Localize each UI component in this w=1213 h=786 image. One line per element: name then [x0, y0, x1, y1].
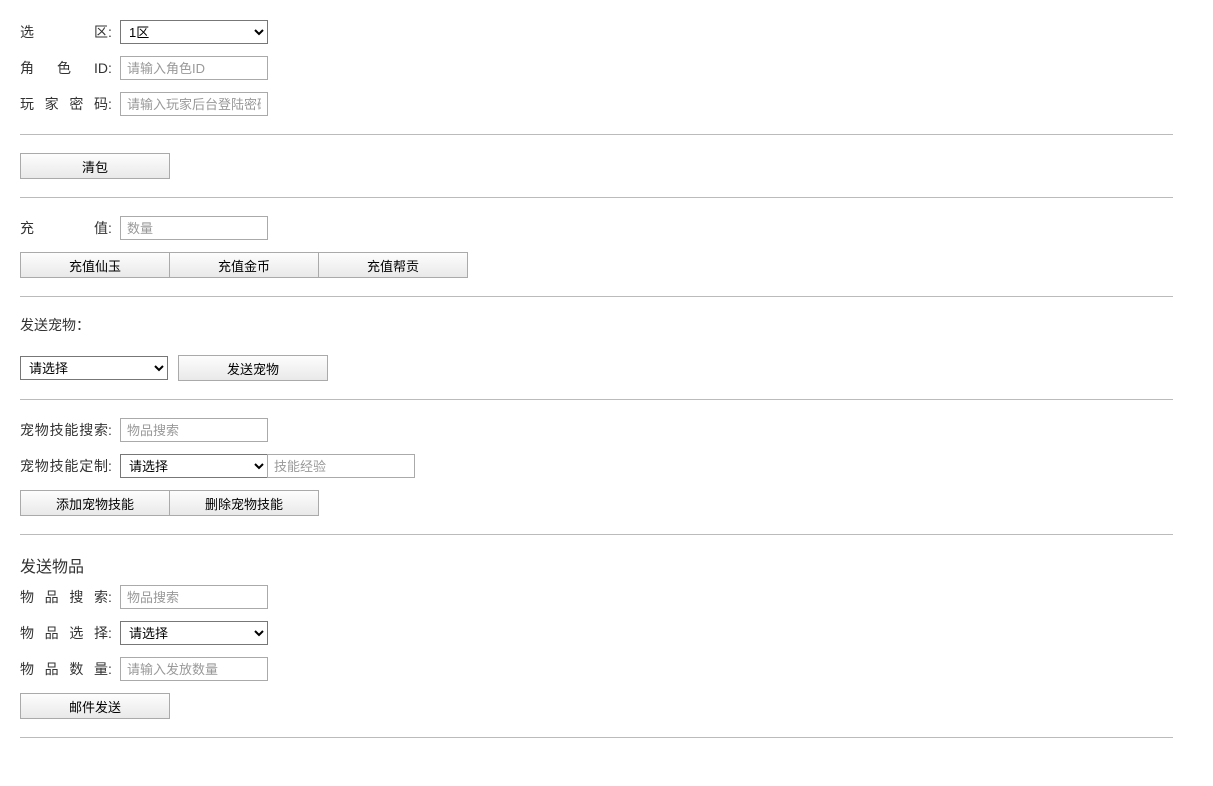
item-qty-label: 物品数量: — [20, 659, 120, 679]
pet-skill-search-label: 宠物技能搜索: — [20, 420, 120, 440]
pet-skill-exp-input[interactable] — [267, 454, 415, 478]
send-item-title: 发送物品 — [20, 553, 1173, 577]
divider — [20, 399, 1173, 400]
recharge-label: 充值: — [20, 218, 120, 238]
recharge-amount-input[interactable] — [120, 216, 268, 240]
role-id-label: 角色ID: — [20, 58, 120, 78]
divider — [20, 534, 1173, 535]
recharge-banggong-button[interactable]: 充值帮贡 — [318, 252, 468, 278]
item-qty-input[interactable] — [120, 657, 268, 681]
item-select[interactable]: 请选择 — [120, 621, 268, 645]
clear-bag-button[interactable]: 清包 — [20, 153, 170, 179]
pet-skill-custom-label: 宠物技能定制: — [20, 456, 120, 476]
pet-skill-custom-select[interactable]: 请选择 — [120, 454, 268, 478]
pet-select[interactable]: 请选择 — [20, 356, 168, 380]
item-search-label: 物品搜索: — [20, 587, 120, 607]
pet-skill-search-input[interactable] — [120, 418, 268, 442]
divider — [20, 737, 1173, 738]
zone-select[interactable]: 1区 — [120, 20, 268, 44]
divider — [20, 296, 1173, 297]
recharge-gold-button[interactable]: 充值金币 — [169, 252, 319, 278]
divider — [20, 134, 1173, 135]
password-input[interactable] — [120, 92, 268, 116]
send-pet-button[interactable]: 发送宠物 — [178, 355, 328, 381]
divider — [20, 197, 1173, 198]
add-pet-skill-button[interactable]: 添加宠物技能 — [20, 490, 170, 516]
mail-send-button[interactable]: 邮件发送 — [20, 693, 170, 719]
role-id-input[interactable] — [120, 56, 268, 80]
remove-pet-skill-button[interactable]: 删除宠物技能 — [169, 490, 319, 516]
password-label: 玩家密码: — [20, 94, 120, 114]
item-search-input[interactable] — [120, 585, 268, 609]
send-pet-label: 发送宠物： — [20, 315, 1173, 335]
item-select-label: 物品选择: — [20, 623, 120, 643]
recharge-xianyu-button[interactable]: 充值仙玉 — [20, 252, 170, 278]
zone-label: 选区: — [20, 22, 120, 42]
